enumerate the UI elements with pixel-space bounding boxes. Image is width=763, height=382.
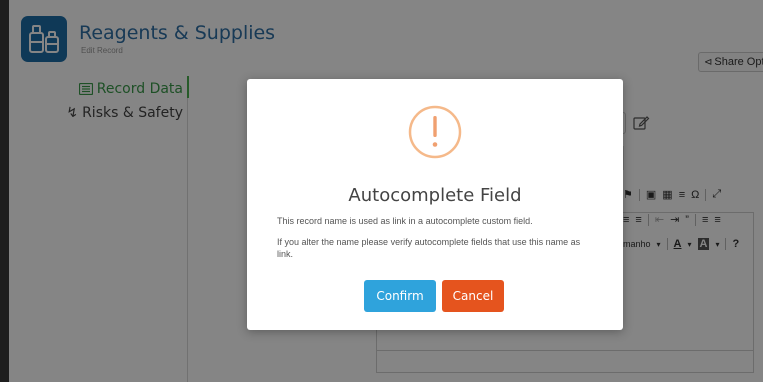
- cancel-button[interactable]: Cancel: [442, 280, 504, 312]
- dialog-title: Autocomplete Field: [348, 185, 522, 206]
- confirm-button[interactable]: Confirm: [364, 280, 436, 312]
- dialog-message: If you alter the name please verify auto…: [277, 237, 581, 259]
- autocomplete-warning-dialog: Autocomplete Field This record name is u…: [247, 79, 623, 330]
- dialog-message: This record name is used as link in a au…: [277, 216, 533, 226]
- exclamation-icon: [408, 105, 462, 159]
